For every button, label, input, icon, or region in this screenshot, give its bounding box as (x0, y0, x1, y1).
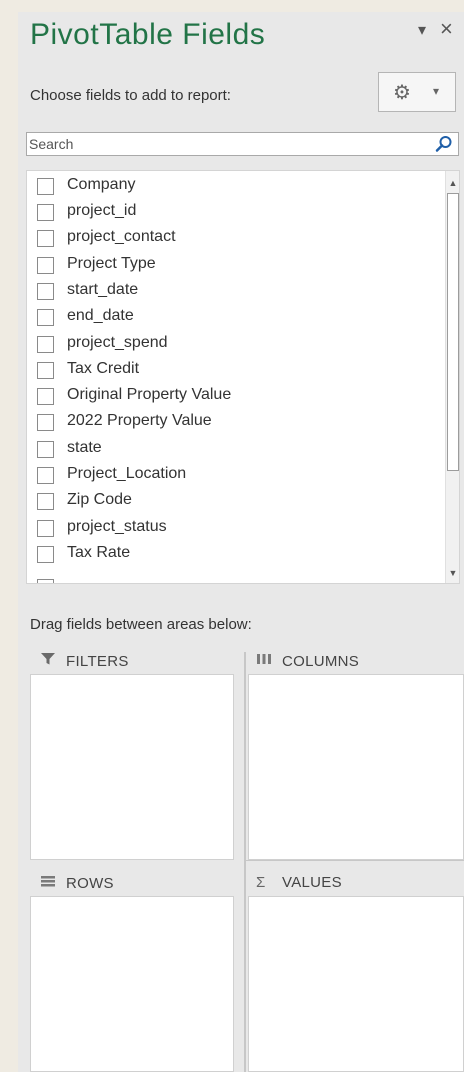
field-item-project-location[interactable]: Project_Location (35, 464, 430, 488)
field-item-project-type[interactable]: Project Type (35, 254, 430, 278)
gear-icon: ⚙ (393, 82, 411, 104)
field-item-zip-code[interactable]: Zip Code (35, 490, 430, 514)
rows-label: ROWS (66, 875, 114, 892)
field-checkbox[interactable] (37, 257, 54, 274)
field-item-tax-credit[interactable]: Tax Credit (35, 359, 430, 383)
values-label: VALUES (282, 874, 342, 891)
field-checkbox[interactable] (37, 178, 54, 195)
scroll-up-arrow-icon[interactable]: ▲ (446, 175, 459, 191)
pivottable-fields-pane: PivotTable Fields ▾ × Choose fields to a… (18, 12, 464, 1072)
search-box (26, 132, 459, 156)
rows-area-header: ROWS (40, 874, 114, 892)
field-label: state (67, 439, 102, 456)
field-checkbox[interactable] (37, 309, 54, 326)
field-label: Tax Credit (67, 360, 140, 377)
rows-drop-area[interactable] (30, 896, 234, 1072)
field-item-tax-rate[interactable]: Tax Rate (35, 543, 430, 567)
field-item-state[interactable]: state (35, 438, 430, 462)
filter-icon (40, 652, 66, 670)
search-icon[interactable] (434, 134, 454, 154)
values-area-header: Σ VALUES (256, 874, 342, 891)
columns-icon (256, 652, 282, 670)
field-label: Project_Location (67, 465, 187, 482)
values-drop-area[interactable] (248, 896, 464, 1072)
field-checkbox[interactable] (37, 230, 54, 247)
field-item-end-date[interactable]: end_date (35, 306, 430, 330)
close-icon[interactable]: × (440, 16, 453, 42)
top-strip (0, 0, 464, 12)
area-divider-horizontal (246, 860, 464, 861)
columns-drop-area[interactable] (248, 674, 464, 860)
field-checkbox[interactable] (37, 520, 54, 537)
chevron-down-icon: ▾ (433, 84, 440, 98)
field-label: end_date (67, 307, 134, 324)
field-label: Tax Rate (67, 544, 131, 561)
field-label: project_contact (67, 228, 176, 245)
field-label: 2022 Property Value (67, 412, 212, 429)
field-checkbox-partial (37, 579, 54, 583)
field-checkbox[interactable] (37, 546, 54, 563)
field-label: Company (67, 176, 136, 193)
field-label: project_spend (67, 334, 168, 351)
field-label: project_id (67, 202, 137, 219)
field-list: Company project_id project_contact Proje… (26, 170, 460, 584)
field-checkbox[interactable] (37, 414, 54, 431)
choose-fields-label: Choose fields to add to report: (30, 87, 231, 104)
field-checkbox[interactable] (37, 441, 54, 458)
rows-icon (40, 874, 66, 892)
field-label: Project Type (67, 255, 156, 272)
pane-options-chevron-icon[interactable]: ▾ (418, 20, 426, 40)
drag-fields-label: Drag fields between areas below: (30, 616, 252, 633)
search-input[interactable] (29, 134, 419, 154)
columns-label: COLUMNS (282, 653, 360, 670)
field-item-start-date[interactable]: start_date (35, 280, 430, 304)
field-settings-button[interactable]: ⚙ ▾ (378, 72, 456, 112)
scroll-down-arrow-icon[interactable]: ▼ (446, 565, 459, 581)
field-checkbox[interactable] (37, 362, 54, 379)
filters-drop-area[interactable] (30, 674, 234, 860)
filters-area-header: FILTERS (40, 652, 129, 670)
field-label: Zip Code (67, 491, 132, 508)
field-label: project_status (67, 518, 167, 535)
field-item-project-status[interactable]: project_status (35, 517, 430, 541)
field-item-project-spend[interactable]: project_spend (35, 333, 430, 357)
field-item-company[interactable]: Company (35, 175, 430, 199)
area-divider-vertical[interactable] (244, 652, 246, 1072)
field-list-scrollbar[interactable]: ▲ ▼ (445, 171, 459, 583)
field-item-2022-property-value[interactable]: 2022 Property Value (35, 411, 430, 435)
filters-label: FILTERS (66, 653, 129, 670)
field-checkbox[interactable] (37, 336, 54, 353)
field-checkbox[interactable] (37, 204, 54, 221)
field-label: start_date (67, 281, 139, 298)
field-checkbox[interactable] (37, 388, 54, 405)
field-item-original-property-value[interactable]: Original Property Value (35, 385, 430, 409)
field-item-project-id[interactable]: project_id (35, 201, 430, 225)
scrollbar-thumb[interactable] (447, 193, 459, 471)
pane-title: PivotTable Fields (30, 18, 266, 51)
field-checkbox[interactable] (37, 467, 54, 484)
field-label: Original Property Value (67, 386, 232, 403)
sigma-icon: Σ (256, 874, 266, 891)
columns-area-header: COLUMNS (256, 652, 359, 670)
field-checkbox[interactable] (37, 493, 54, 510)
field-item-project-contact[interactable]: project_contact (35, 227, 430, 251)
field-checkbox[interactable] (37, 283, 54, 300)
